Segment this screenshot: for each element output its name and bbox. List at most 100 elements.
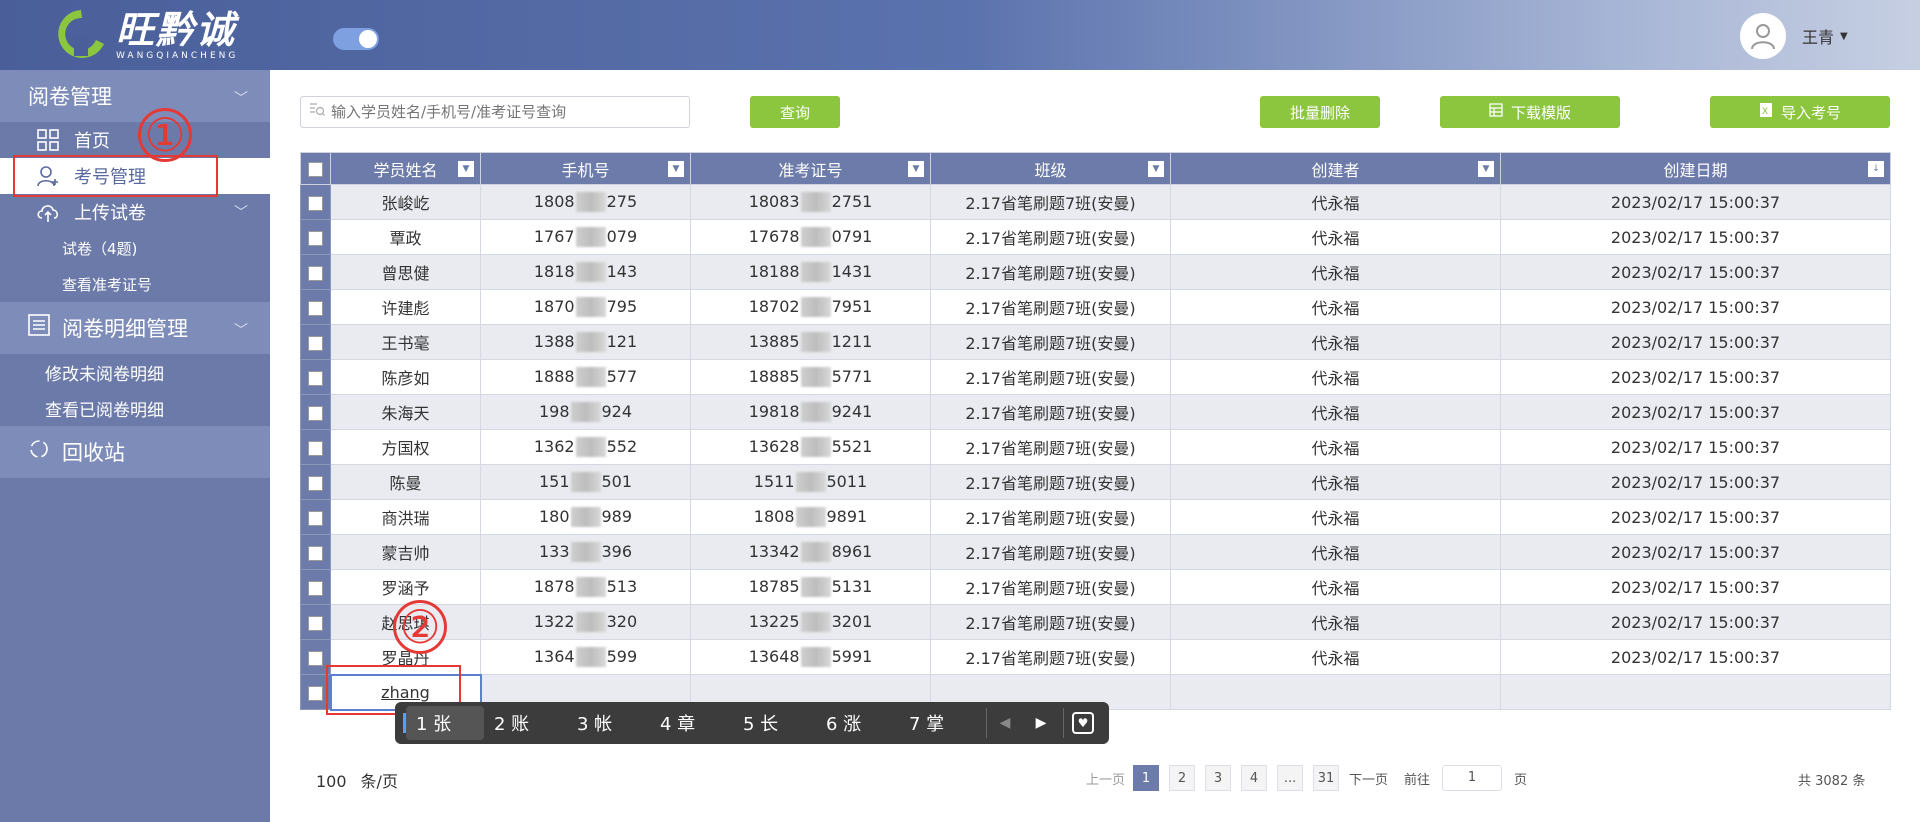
sidebar-item-upload[interactable]: 上传试卷 ﹀ <box>0 194 270 230</box>
cell-creator: 代永福 <box>1170 254 1501 290</box>
ime-candidate[interactable]: 1 张 <box>406 706 484 740</box>
cell-name[interactable]: 朱海天 <box>330 394 481 430</box>
cell-name[interactable]: 覃政 <box>330 219 481 255</box>
table-row[interactable]: 罗晶丹 1364 599 13648 5991 2.17省笔刷题7班(安曼) 代永福 2023… <box>300 639 1891 675</box>
row-checkbox[interactable] <box>300 254 331 290</box>
cell-name[interactable]: 陈曼 <box>330 464 481 500</box>
cell-date: 2023/02/17 15:00:37 <box>1500 639 1891 675</box>
col-header-date[interactable]: 创建日期 ↓ <box>1500 152 1891 185</box>
sidebar-item-home[interactable]: 首页 <box>0 122 270 158</box>
row-checkbox[interactable] <box>300 289 331 325</box>
row-checkbox[interactable] <box>300 184 331 220</box>
table-row[interactable]: 商洪瑞 180 989 1808 9891 2.17省笔刷题7班(安曼) 代永福 2023/0… <box>300 499 1891 535</box>
cell-date: 2023/02/17 15:00:37 <box>1500 534 1891 570</box>
search-icon <box>309 102 325 122</box>
table-row[interactable]: 陈曼 151 501 1511 5011 2.17省笔刷题7班(安曼) 代永福 2023/02… <box>300 464 1891 500</box>
theme-toggle[interactable] <box>333 28 379 50</box>
page-ellipsis[interactable]: ... <box>1277 765 1304 791</box>
ime-candidate[interactable]: 2 账 <box>484 710 567 736</box>
row-checkbox[interactable] <box>300 324 331 360</box>
page-button[interactable]: 4 <box>1241 765 1268 791</box>
ime-candidate[interactable]: 7 掌 <box>899 710 982 736</box>
row-checkbox[interactable] <box>300 429 331 465</box>
next-page-button[interactable]: 下一页 <box>1349 769 1388 788</box>
query-button[interactable]: 查询 <box>750 96 840 128</box>
row-checkbox[interactable] <box>300 359 331 395</box>
redaction-mask <box>575 262 606 283</box>
search-field[interactable] <box>300 96 690 128</box>
page-button[interactable]: 1 <box>1133 765 1160 791</box>
sidebar-subitem-view-read[interactable]: 查看已阅卷明细 <box>0 390 270 426</box>
prev-candidates-icon[interactable]: ◀ <box>987 715 1023 731</box>
ime-candidate[interactable]: 6 涨 <box>816 710 899 736</box>
import-exam-number-button[interactable]: X 导入考号 <box>1710 96 1890 128</box>
annotation-number-1: ① <box>138 108 192 162</box>
table-row[interactable]: 朱海天 198 924 19818 9241 2.17省笔刷题7班(安曼) 代永福 2023/… <box>300 394 1891 430</box>
goto-page-input[interactable]: 1 <box>1442 765 1503 791</box>
next-candidates-icon[interactable]: ▶ <box>1023 715 1059 731</box>
table-row[interactable]: 方国权 1362 552 13628 5521 2.17省笔刷题7班(安曼) 代永福 2023… <box>300 429 1891 465</box>
row-checkbox[interactable] <box>300 219 331 255</box>
table-row[interactable]: 覃政 1767 079 17678 0791 2.17省笔刷题7班(安曼) 代永福 2023/… <box>300 219 1891 255</box>
redaction-mask <box>575 192 606 213</box>
redaction-mask <box>800 402 831 423</box>
redaction-mask <box>800 332 831 353</box>
table-row[interactable]: 罗涵予 1878 513 18785 5131 2.17省笔刷题7班(安曼) 代永福 2023… <box>300 569 1891 605</box>
page-button[interactable]: 2 <box>1169 765 1196 791</box>
user-menu[interactable]: 王青 ▼ <box>1740 13 1848 59</box>
col-header-name[interactable]: 学员姓名 ▼ <box>330 152 481 185</box>
cell-class: 2.17省笔刷题7班(安曼) <box>930 429 1171 465</box>
search-input[interactable] <box>331 103 671 121</box>
sidebar-subitem-papers[interactable]: 试卷（4题) <box>0 230 270 266</box>
sidebar-section-grading[interactable]: 阅卷管理 ﹀ <box>0 70 270 122</box>
table-row[interactable]: 曾思健 1818 143 18188 1431 2.17省笔刷题7班(安曼) 代永福 2023… <box>300 254 1891 290</box>
cell-ticket: 18702 7951 <box>690 289 931 325</box>
col-header-class[interactable]: 班级 ▼ <box>930 152 1171 185</box>
cell-phone: 1388 121 <box>480 324 691 360</box>
batch-delete-button[interactable]: 批量删除 <box>1260 96 1380 128</box>
col-header-creator[interactable]: 创建者 ▼ <box>1170 152 1501 185</box>
row-checkbox[interactable] <box>300 604 331 640</box>
row-checkbox[interactable] <box>300 464 331 500</box>
redaction-mask <box>800 542 831 563</box>
cell-class: 2.17省笔刷题7班(安曼) <box>930 534 1171 570</box>
table-row[interactable]: 王书毫 1388 121 13885 1211 2.17省笔刷题7班(安曼) 代永福 2023… <box>300 324 1891 360</box>
page-size-selector[interactable]: 100 条/页 <box>316 768 398 792</box>
table-row[interactable]: 张峻屹 1808 275 18083 2751 2.17省笔刷题7班(安曼) 代永福 2023… <box>300 184 1891 220</box>
select-all-checkbox[interactable] <box>300 152 331 185</box>
ime-candidate[interactable]: 5 长 <box>733 710 816 736</box>
cloud-upload-icon <box>36 200 60 224</box>
row-checkbox[interactable] <box>300 499 331 535</box>
download-template-button[interactable]: 下载模版 <box>1440 96 1620 128</box>
table-row[interactable]: 蒙吉帅 133 396 13342 8961 2.17省笔刷题7班(安曼) 代永福 2023/… <box>300 534 1891 570</box>
cell-name[interactable]: 蒙吉帅 <box>330 534 481 570</box>
col-header-ticket[interactable]: 准考证号 ▼ <box>690 152 931 185</box>
cell-name[interactable]: 张峻屹 <box>330 184 481 220</box>
cell-name[interactable]: 陈彦如 <box>330 359 481 395</box>
cell-name[interactable]: 商洪瑞 <box>330 499 481 535</box>
sidebar-subitem-tickets[interactable]: 查看准考证号 <box>0 266 270 302</box>
row-checkbox[interactable] <box>300 569 331 605</box>
sidebar-section-detail[interactable]: 阅卷明细管理 ﹀ <box>0 302 270 354</box>
row-checkbox[interactable] <box>300 394 331 430</box>
table-row[interactable]: 许建彪 1870 795 18702 7951 2.17省笔刷题7班(安曼) 代永福 2023… <box>300 289 1891 325</box>
page-button[interactable]: 3 <box>1205 765 1232 791</box>
cell-name[interactable]: 许建彪 <box>330 289 481 325</box>
prev-page-button[interactable]: 上一页 <box>1086 769 1125 788</box>
sidebar-subitem-edit-unread[interactable]: 修改未阅卷明细 <box>0 354 270 390</box>
cell-name[interactable]: 王书毫 <box>330 324 481 360</box>
col-header-phone[interactable]: 手机号 ▼ <box>480 152 691 185</box>
favorite-icon[interactable]: ♥ <box>1072 712 1094 734</box>
cell-name[interactable]: 方国权 <box>330 429 481 465</box>
sidebar-section-recycle[interactable]: 回收站 <box>0 426 270 478</box>
table-row[interactable]: 赵思琪 1322 320 13225 3201 2.17省笔刷题7班(安曼) 代永福 2023… <box>300 604 1891 640</box>
row-checkbox[interactable] <box>300 534 331 570</box>
cell-class: 2.17省笔刷题7班(安曼) <box>930 254 1171 290</box>
page-button[interactable]: 31 <box>1313 765 1340 791</box>
ime-candidate[interactable]: 4 章 <box>650 710 733 736</box>
cell-name[interactable]: 曾思健 <box>330 254 481 290</box>
ime-candidate[interactable]: 3 帐 <box>567 710 650 736</box>
redaction-mask <box>575 612 606 633</box>
table-row[interactable]: 陈彦如 1888 577 18885 5771 2.17省笔刷题7班(安曼) 代永福 2023… <box>300 359 1891 395</box>
cell-creator: 代永福 <box>1170 639 1501 675</box>
